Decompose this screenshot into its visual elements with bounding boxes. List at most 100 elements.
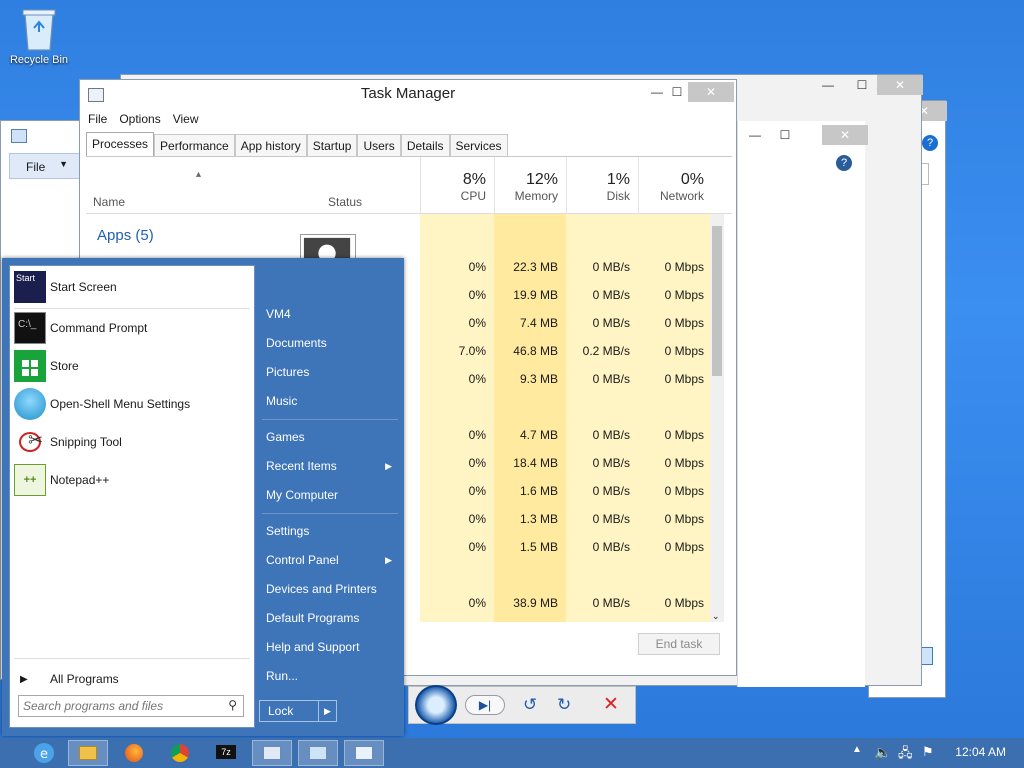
cell-network <box>638 393 712 421</box>
command-prompt-icon: C:\_ <box>14 312 46 344</box>
vm-control-toolbar: ▶| ↺ ↻ ✕ <box>408 685 636 725</box>
tab-startup[interactable]: Startup <box>306 134 358 156</box>
start-search-input[interactable] <box>19 696 215 716</box>
control-panel-label: Control Panel <box>266 553 339 567</box>
menu-view[interactable]: View <box>173 112 199 130</box>
start-item-snipping-tool[interactable]: ✂ Snipping Tool <box>14 425 250 459</box>
recycle-bin-icon <box>22 9 56 51</box>
start-item-open-shell-settings[interactable]: Open-Shell Menu Settings <box>14 387 250 421</box>
lock-button[interactable]: Lock ▶ <box>259 700 337 722</box>
start-link-run[interactable]: Run... <box>266 665 396 687</box>
start-link-pictures[interactable]: Pictures <box>266 361 396 383</box>
tab-users[interactable]: Users <box>357 134 401 156</box>
start-link-control-panel[interactable]: Control Panel ▶ <box>266 549 396 571</box>
cpu-label: CPU <box>460 189 486 203</box>
tray-clock[interactable]: 12:04 AM <box>955 745 1006 759</box>
column-header-cpu[interactable]: 8% CPU <box>420 157 494 213</box>
memory-percent: 12% <box>525 171 558 188</box>
help-icon[interactable]: ? <box>836 155 852 171</box>
action-center-icon[interactable]: ⚑ <box>922 744 934 760</box>
group-header-apps[interactable]: Apps (5) <box>97 227 154 244</box>
column-header-network[interactable]: 0% Network <box>638 157 712 213</box>
start-link-games[interactable]: Games <box>266 426 396 448</box>
column-header-name[interactable]: Name <box>93 195 125 209</box>
sort-arrow-icon[interactable]: ▴ <box>196 169 201 180</box>
taskbar-firefox[interactable] <box>114 740 154 766</box>
taskbar-file-explorer[interactable] <box>68 740 108 766</box>
start-link-music[interactable]: Music <box>266 390 396 412</box>
start-item-store[interactable]: Store <box>14 349 250 383</box>
start-orb-icon: e <box>34 743 54 763</box>
start-link-recent-items[interactable]: Recent Items ▶ <box>266 455 396 477</box>
end-task-button[interactable]: End task <box>638 633 720 655</box>
tab-services[interactable]: Services <box>449 134 508 156</box>
cell-memory: 22.3 MB <box>513 260 558 274</box>
cell-memory: 9.3 MB <box>519 372 558 386</box>
tab-app-history[interactable]: App history <box>234 134 307 156</box>
start-link-devices-printers[interactable]: Devices and Printers <box>266 578 396 600</box>
scrollbar-thumb[interactable] <box>712 226 722 376</box>
recycle-bin-desktop-icon[interactable]: Recycle Bin <box>6 6 72 66</box>
taskbar-chrome[interactable] <box>160 740 200 766</box>
play-next-icon[interactable]: ▶| <box>465 695 505 715</box>
maximize-button[interactable]: ☐ <box>845 75 879 95</box>
start-link-help-support[interactable]: Help and Support <box>266 636 396 658</box>
volume-muted-icon[interactable]: 🔈 <box>874 744 891 761</box>
start-item-notepad-plus-plus[interactable]: ++ Notepad++ <box>14 463 250 497</box>
close-button[interactable]: ✕ <box>877 75 923 95</box>
tab-details[interactable]: Details <box>400 134 450 156</box>
submenu-arrow-icon: ▶ <box>385 461 392 471</box>
close-button[interactable]: ✕ <box>822 125 868 145</box>
lock-label: Lock <box>268 704 294 718</box>
help-icon[interactable]: ? <box>922 135 938 151</box>
maximize-button[interactable]: ☐ <box>768 125 802 145</box>
taskbar: e 7z ▲ 🔈 🖧 ⚑ 12:04 AM <box>0 738 1024 768</box>
network-icon[interactable]: 🖧 <box>898 744 913 766</box>
redo-icon[interactable]: ↻ <box>557 695 571 715</box>
taskbar-7zip[interactable]: 7z <box>206 740 246 766</box>
start-link-vm4[interactable]: VM4 <box>266 303 396 325</box>
start-item-label: Snipping Tool <box>50 435 122 449</box>
start-link-settings[interactable]: Settings <box>266 520 396 542</box>
close-button[interactable]: ✕ <box>688 82 734 102</box>
column-header-status[interactable]: Status <box>328 195 362 209</box>
file-menu-button[interactable]: File ▼ <box>9 153 81 179</box>
column-header-disk[interactable]: 1% Disk <box>566 157 638 213</box>
start-menu: Start Start Screen C:\_ Command Prompt S… <box>2 258 404 736</box>
file-menu-label: File <box>26 160 46 174</box>
column-header-memory[interactable]: 12% Memory <box>494 157 566 213</box>
tray-overflow-chevron-icon[interactable]: ▲ <box>852 744 862 755</box>
start-search-box[interactable]: ⚲ <box>18 695 244 717</box>
taskbar-task-manager[interactable] <box>344 740 384 766</box>
search-icon[interactable]: ⚲ <box>228 698 237 712</box>
start-item-start-screen[interactable]: Start Start Screen <box>14 270 250 304</box>
cell-network <box>638 561 712 589</box>
separator <box>14 658 250 659</box>
tab-performance[interactable]: Performance <box>154 134 235 156</box>
cell-disk: 0 MB/s <box>592 456 630 470</box>
start-link-default-programs[interactable]: Default Programs <box>266 607 396 629</box>
start-item-command-prompt[interactable]: C:\_ Command Prompt <box>14 311 250 345</box>
taskbar-explorer-window[interactable] <box>252 740 292 766</box>
taskbar-remote-desktop[interactable] <box>298 740 338 766</box>
vertical-scrollbar[interactable]: ⌄ <box>710 214 724 622</box>
scroll-down-arrow-icon[interactable]: ⌄ <box>712 611 720 622</box>
start-link-documents[interactable]: Documents <box>266 332 396 354</box>
start-button[interactable]: e <box>24 740 64 766</box>
cell-disk: 0 MB/s <box>592 288 630 302</box>
close-x-icon[interactable]: ✕ <box>603 693 619 716</box>
lock-options-arrow-icon[interactable]: ▶ <box>318 701 336 721</box>
screen-capture-button-icon[interactable] <box>415 685 457 725</box>
menu-options[interactable]: Options <box>119 112 160 130</box>
submenu-arrow-icon: ▶ <box>385 555 392 565</box>
minimize-button[interactable]: — <box>738 125 772 145</box>
all-programs-button[interactable]: ▶ All Programs <box>14 662 250 696</box>
start-item-label: Open-Shell Menu Settings <box>50 397 191 411</box>
menu-file[interactable]: File <box>88 112 107 130</box>
tab-processes[interactable]: Processes <box>86 132 155 156</box>
undo-icon[interactable]: ↺ <box>523 695 537 715</box>
minimize-button[interactable]: — <box>811 75 845 95</box>
start-link-my-computer[interactable]: My Computer <box>266 484 396 506</box>
cell-network: 0 Mbps <box>664 484 704 498</box>
cell-disk: 0 MB/s <box>592 316 630 330</box>
